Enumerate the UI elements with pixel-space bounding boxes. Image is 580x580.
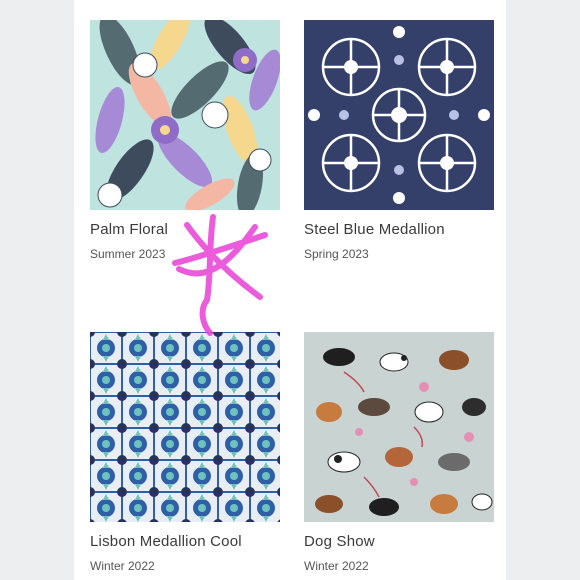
product-name[interactable]: Palm Floral bbox=[90, 221, 168, 238]
product-season: Winter 2022 bbox=[304, 559, 369, 573]
palm-floral-thumbnail[interactable] bbox=[90, 20, 280, 210]
dog-show-thumbnail[interactable] bbox=[304, 332, 494, 522]
right-side-panel bbox=[506, 0, 580, 580]
product-season: Summer 2023 bbox=[90, 247, 166, 261]
product-card-steel-blue-medallion[interactable]: Steel Blue Medallion Spring 2023 bbox=[304, 20, 494, 261]
product-name[interactable]: Lisbon Medallion Cool bbox=[90, 533, 242, 550]
steel-blue-medallion-thumbnail[interactable] bbox=[304, 20, 494, 210]
lisbon-medallion-cool-thumbnail[interactable] bbox=[90, 332, 280, 522]
product-name[interactable]: Dog Show bbox=[304, 533, 375, 550]
product-grid: Palm Floral Summer 2023 Steel Blue Medal… bbox=[74, 0, 506, 580]
product-season: Winter 2022 bbox=[90, 559, 155, 573]
left-side-panel bbox=[0, 0, 74, 580]
product-card-lisbon-medallion-cool[interactable]: Lisbon Medallion Cool Winter 2022 bbox=[90, 332, 280, 573]
product-card-dog-show[interactable]: Dog Show Winter 2022 bbox=[304, 332, 494, 573]
product-card-palm-floral[interactable]: Palm Floral Summer 2023 bbox=[90, 20, 280, 261]
product-season: Spring 2023 bbox=[304, 247, 369, 261]
product-name[interactable]: Steel Blue Medallion bbox=[304, 221, 445, 238]
